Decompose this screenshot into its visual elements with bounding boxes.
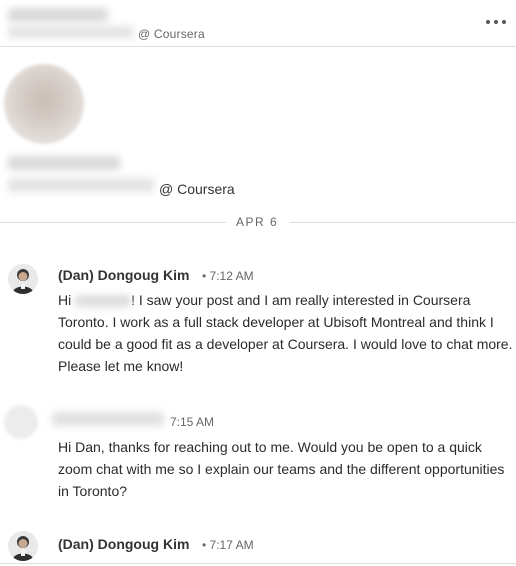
message-timestamp: 7:15 AM: [170, 415, 215, 429]
more-horizontal-icon[interactable]: [486, 15, 512, 29]
message-body: Hi Dan, thanks for reaching out to me. W…: [58, 439, 505, 499]
profile-avatar[interactable]: [4, 64, 84, 144]
sender-avatar[interactable]: [8, 264, 38, 294]
bottom-border: [0, 563, 516, 564]
profile-name-redacted[interactable]: [8, 156, 120, 170]
profile-company: @ Coursera: [159, 181, 235, 197]
message-timestamp: • 7:12 AM: [202, 269, 254, 283]
header-company: @ Coursera: [138, 27, 205, 41]
message-body: Hi ! I saw your post and I am really int…: [58, 289, 513, 377]
person-photo-icon: [8, 264, 38, 294]
message-greeting: Hi: [58, 292, 72, 308]
message-sender-name[interactable]: (Dan) Dongoug Kim: [58, 536, 189, 552]
header-title-redacted: [8, 26, 134, 38]
message-sender-name[interactable]: (Dan) Dongoug Kim: [58, 267, 189, 283]
recipient-name-redacted[interactable]: [52, 412, 164, 426]
recipient-avatar-redacted[interactable]: [4, 405, 38, 439]
header-name-redacted: [8, 8, 108, 22]
date-divider-line-left: [0, 222, 226, 223]
header-divider: [0, 46, 516, 47]
profile-title-redacted: [8, 178, 154, 192]
message-timestamp: • 7:17 AM: [202, 538, 254, 552]
date-divider-line-right: [290, 222, 516, 223]
sender-avatar[interactable]: [8, 531, 38, 561]
recipient-name-redacted: [75, 295, 132, 308]
date-divider-label: APR 6: [236, 215, 279, 229]
person-photo-icon: [8, 531, 38, 561]
